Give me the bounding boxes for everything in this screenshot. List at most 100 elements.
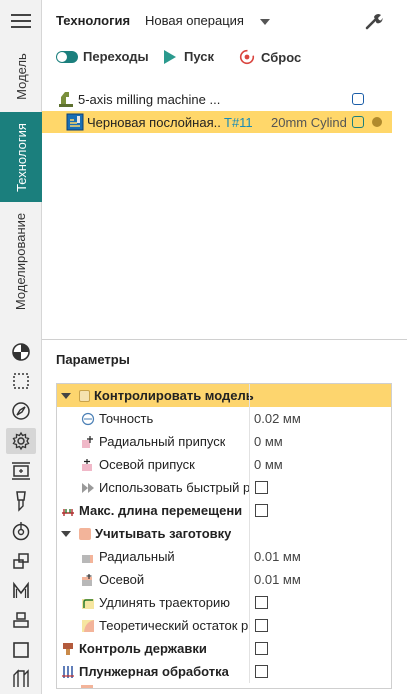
axial-stock-icon — [81, 573, 95, 587]
param-row-theoretical-residual[interactable]: Теоретический остаток р — [57, 614, 391, 637]
tab-technology[interactable]: Технология — [0, 112, 42, 202]
param-row-plunge-machining[interactable]: Плунжерная обработка — [57, 660, 391, 683]
param-row-max-move-length[interactable]: Макс. длина перемещени — [57, 499, 391, 522]
param-checkbox[interactable] — [255, 596, 268, 609]
param-row-fast-mode[interactable]: Использовать быстрый р — [57, 476, 391, 499]
param-name: Макс. длина перемещени — [61, 503, 249, 518]
param-name: Теоретический остаток р — [81, 618, 249, 633]
wrench-icon[interactable] — [364, 11, 384, 34]
param-name: Контроль державки — [61, 641, 207, 656]
gear-icon[interactable] — [6, 428, 36, 454]
param-label: Удлинять траекторию — [99, 595, 230, 610]
chevron-down-icon[interactable] — [61, 530, 71, 537]
param-value[interactable]: 0.01 мм — [254, 549, 301, 564]
params-title: Параметры — [56, 352, 130, 367]
param-label: Точность — [99, 411, 154, 426]
menu-icon[interactable] — [11, 14, 31, 30]
param-checkbox[interactable] — [255, 665, 268, 678]
param-name: Плунжерная обработка — [61, 664, 229, 679]
param-value[interactable]: 0.01 мм — [254, 572, 301, 587]
tab-simulation-label: Моделирование — [13, 212, 29, 310]
column-separator — [249, 453, 250, 476]
target-icon[interactable] — [10, 520, 32, 542]
resize-frame-icon[interactable] — [10, 460, 32, 482]
param-value[interactable]: 0.02 мм — [254, 411, 301, 426]
param-value[interactable]: 0 мм — [254, 434, 283, 449]
param-row-control-model[interactable]: Контролировать модель — [57, 384, 391, 407]
param-row-extend-path[interactable]: Удлинять траекторию — [57, 591, 391, 614]
chevron-down-icon[interactable] — [260, 19, 270, 25]
max-length-icon — [61, 504, 75, 518]
column-separator — [249, 591, 250, 614]
column-separator — [249, 568, 250, 591]
holder-icon — [61, 642, 75, 656]
param-label: Осевой — [99, 572, 145, 587]
param-label: Плунжерная обработка — [79, 664, 229, 679]
param-checkbox[interactable] — [255, 619, 268, 632]
tab-simulation[interactable]: Моделирование — [0, 202, 42, 320]
extend-path-icon — [81, 596, 95, 610]
clone-icon[interactable] — [10, 550, 32, 572]
plunge-icon — [61, 665, 75, 679]
reset-button[interactable]: Сброс — [239, 49, 301, 65]
start-label: Пуск — [184, 49, 214, 64]
param-label: Макс. длина перемещени — [79, 503, 243, 518]
tree-item-machine[interactable]: 5-axis milling machine ... — [42, 88, 392, 110]
chevron-down-icon[interactable] — [61, 392, 71, 399]
columns-icon[interactable] — [10, 667, 32, 689]
machine-status-icon[interactable] — [352, 93, 364, 105]
params-grid: Контролировать модель Точность 0.02 мм Р… — [56, 383, 392, 689]
brush-icon[interactable] — [10, 490, 32, 512]
reset-label: Сброс — [261, 49, 302, 65]
param-name: Контролировать модель — [61, 388, 254, 403]
operation-status-icon[interactable] — [352, 116, 364, 128]
pie-chart-icon[interactable] — [10, 341, 32, 363]
radial-stock-icon — [81, 550, 95, 564]
toggle-switch-icon[interactable] — [56, 50, 78, 63]
param-row-holder-control[interactable]: Контроль державки — [57, 637, 391, 660]
machine-icon — [58, 90, 74, 108]
param-name: Радиальный — [81, 549, 175, 564]
column-separator — [249, 637, 250, 660]
residual-icon — [81, 619, 95, 633]
param-label: Радиальный припуск — [99, 434, 226, 449]
roughing-operation-icon — [66, 113, 84, 131]
machine-m-icon[interactable] — [10, 580, 32, 602]
param-checkbox[interactable] — [255, 642, 268, 655]
dotted-selection-icon[interactable] — [10, 370, 32, 392]
main-panel: Технология Новая операция Переходы Пуск … — [42, 0, 407, 694]
left-sidebar: Модель Технология Моделирование — [0, 0, 42, 694]
column-separator — [249, 522, 250, 545]
column-separator — [249, 660, 250, 683]
param-checkbox[interactable] — [255, 481, 268, 494]
param-value[interactable]: 0 мм — [254, 457, 283, 472]
tab-model[interactable]: Модель — [0, 40, 42, 112]
tab-technology-label: Технология — [13, 122, 29, 192]
param-checkbox[interactable] — [255, 504, 268, 517]
square-icon[interactable] — [10, 639, 32, 661]
param-name: Радиальный припуск — [81, 434, 225, 449]
column-separator — [249, 384, 250, 407]
transitions-label: Переходы — [83, 49, 149, 64]
param-name: Использовать быстрый р — [81, 480, 249, 495]
compass-icon[interactable] — [10, 400, 32, 422]
param-row-axial-allowance[interactable]: Осевой припуск 0 мм — [57, 453, 391, 476]
param-row-radial-allowance[interactable]: Радиальный припуск 0 мм — [57, 430, 391, 453]
stock-icon — [79, 527, 91, 540]
param-label: Использовать быстрый р — [99, 480, 249, 495]
param-name: Точность — [81, 411, 153, 426]
stack-icon[interactable] — [10, 609, 32, 631]
start-button[interactable]: Пуск — [164, 49, 214, 64]
param-row-accuracy[interactable]: Точность 0.02 мм — [57, 407, 391, 430]
param-row-axial[interactable]: Осевой 0.01 мм — [57, 568, 391, 591]
transitions-toggle[interactable]: Переходы — [56, 49, 149, 64]
param-row-stock[interactable]: Учитывать заготовку — [57, 522, 391, 545]
operation-select[interactable]: Новая операция — [145, 13, 244, 28]
column-separator — [249, 499, 250, 522]
tool-number: T#11 — [224, 114, 253, 130]
axial-allowance-icon — [81, 458, 95, 472]
tree-item-operation[interactable]: Черновая послойная... T#11 20mm Cylind — [42, 111, 392, 133]
reset-icon — [239, 49, 255, 65]
column-separator — [249, 545, 250, 568]
param-row-radial[interactable]: Радиальный 0.01 мм — [57, 545, 391, 568]
